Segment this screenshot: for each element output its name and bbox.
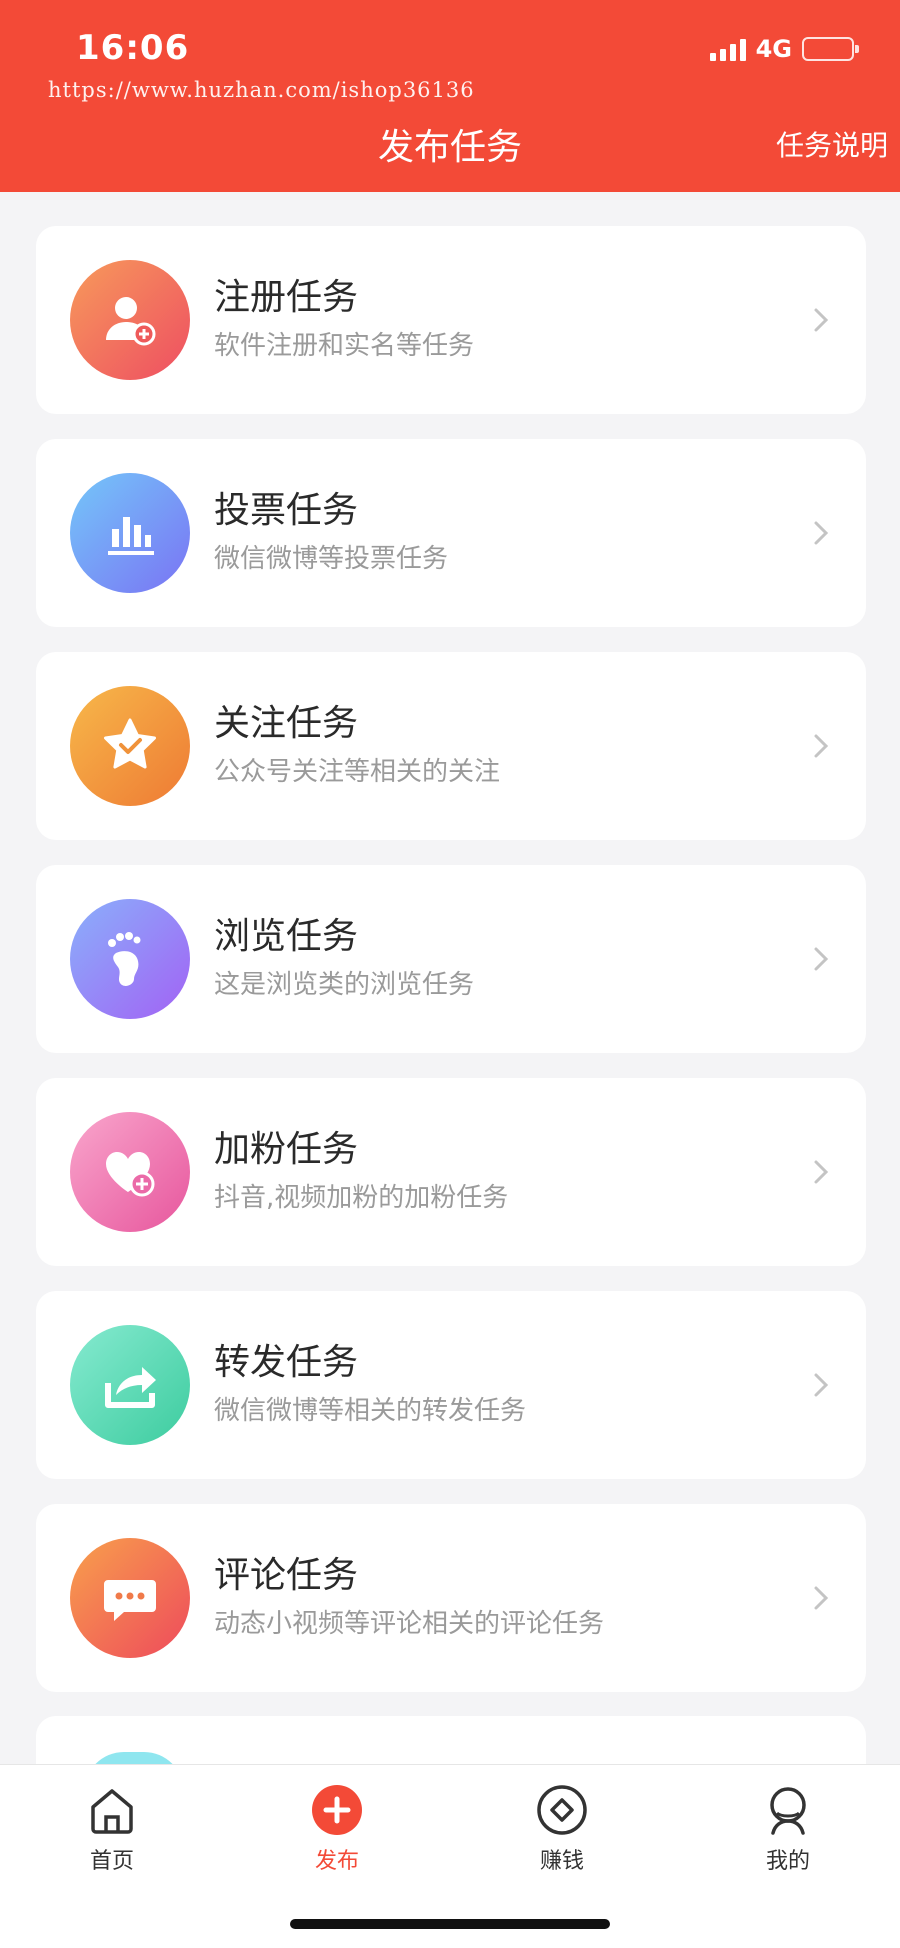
task-title: 关注任务 (214, 703, 359, 744)
page-title: 发布任务 (377, 127, 522, 168)
task-title: 加粉任务 (214, 1129, 359, 1170)
heart-add-icon (70, 1112, 190, 1232)
task-title: 浏览任务 (214, 916, 359, 957)
tab-label: 赚钱 (539, 1849, 584, 1874)
status-time: 16:06 (76, 28, 190, 68)
task-card-vote[interactable]: 投票任务 微信微博等投票任务 (36, 439, 866, 627)
chevron-right-icon (814, 1160, 829, 1184)
user-add-icon (70, 260, 190, 380)
task-card-comment[interactable]: 评论任务 动态小视频等评论相关的评论任务 (36, 1504, 866, 1692)
tab-label: 我的 (765, 1849, 810, 1874)
task-desc: 公众号关注等相关的关注 (214, 757, 501, 787)
bar-chart-icon (70, 473, 190, 593)
tab-publish[interactable]: 发布 (277, 1783, 397, 1875)
home-icon (91, 1789, 133, 1834)
chevron-right-icon (814, 734, 829, 758)
tab-profile[interactable]: 我的 (728, 1783, 848, 1875)
task-desc: 软件注册和实名等任务 (214, 331, 475, 361)
plus-circle-icon (312, 1785, 362, 1835)
signal-icon (709, 37, 746, 61)
task-title: 评论任务 (214, 1555, 359, 1596)
tab-home[interactable]: 首页 (52, 1783, 172, 1875)
task-title: 转发任务 (214, 1342, 359, 1383)
tab-earn[interactable]: 赚钱 (502, 1783, 622, 1875)
watermark-url: https://www.huzhan.com/ishop36136 (48, 78, 475, 102)
share-icon (70, 1325, 190, 1445)
home-indicator[interactable] (290, 1919, 610, 1929)
tab-label: 首页 (89, 1849, 134, 1874)
task-card-browse[interactable]: 浏览任务 这是浏览类的浏览任务 (36, 865, 866, 1053)
chevron-right-icon (814, 308, 829, 332)
task-title: 注册任务 (214, 277, 359, 318)
task-desc: 微信微博等投票任务 (214, 544, 449, 574)
star-check-icon (70, 686, 190, 806)
task-card-register[interactable]: 注册任务 软件注册和实名等任务 (36, 226, 866, 414)
task-desc: 微信微博等相关的转发任务 (214, 1396, 527, 1426)
profile-icon (770, 1787, 806, 1835)
tab-label: 发布 (314, 1849, 359, 1874)
task-title: 投票任务 (214, 490, 359, 531)
chevron-right-icon (814, 1373, 829, 1397)
task-card-share[interactable]: 转发任务 微信微博等相关的转发任务 (36, 1291, 866, 1479)
task-card-follow[interactable]: 关注任务 公众号关注等相关的关注 (36, 652, 866, 840)
header-bar: 16:06 4G https://www.huzhan.com/ishop361… (0, 0, 900, 192)
task-list: 注册任务 软件注册和实名等任务 投票任务 微信微博等投票任务 关注任务 公众号关… (36, 226, 866, 1717)
task-desc: 动态小视频等评论相关的评论任务 (214, 1609, 605, 1639)
network-type: 4G (755, 35, 792, 63)
comment-icon (70, 1538, 190, 1658)
task-desc: 抖音,视频加粉的加粉任务 (214, 1183, 509, 1213)
task-desc: 这是浏览类的浏览任务 (214, 970, 475, 1000)
task-help-link[interactable]: 任务说明 (776, 124, 888, 164)
battery-icon (802, 37, 859, 61)
status-indicators: 4G (709, 34, 859, 64)
chevron-right-icon (814, 1586, 829, 1610)
chevron-right-icon (814, 521, 829, 545)
coin-icon (537, 1785, 587, 1835)
footprint-icon (70, 899, 190, 1019)
task-card-add-fans[interactable]: 加粉任务 抖音,视频加粉的加粉任务 (36, 1078, 866, 1266)
chevron-right-icon (814, 947, 829, 971)
